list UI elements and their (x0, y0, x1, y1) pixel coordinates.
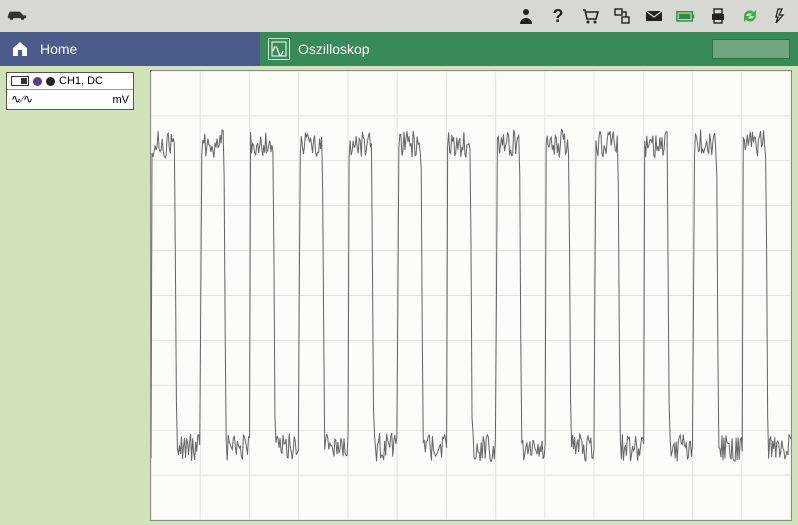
mail-icon[interactable] (644, 6, 664, 26)
waveform-icon: ∿⁄∿ (11, 92, 33, 107)
system-icon-tray: ? (516, 6, 792, 26)
vehicle-icon (6, 8, 28, 24)
probe-dot-purple-icon (33, 77, 42, 86)
tab-row: Home Oszilloskop (0, 32, 798, 66)
plot-trace (151, 71, 791, 520)
help-icon[interactable]: ? (548, 6, 568, 26)
print-icon[interactable] (708, 6, 728, 26)
link-icon[interactable] (772, 6, 792, 26)
probe-dot-black-icon (46, 77, 55, 86)
system-toolbar: ? (0, 0, 798, 32)
cart-icon[interactable] (580, 6, 600, 26)
channel-panel: CH1, DC ∿⁄∿ mV (0, 66, 150, 525)
channel-label: CH1, DC (59, 75, 103, 87)
home-icon (10, 38, 30, 61)
oscilloscope-plot[interactable] (150, 70, 792, 521)
channel-header: CH1, DC (7, 73, 133, 90)
sync-icon[interactable] (740, 6, 760, 26)
tab-oscilloscope[interactable]: Oszilloskop (260, 32, 798, 66)
person-icon[interactable] (516, 6, 536, 26)
svg-text:?: ? (553, 6, 564, 26)
channel-info-box[interactable]: CH1, DC ∿⁄∿ mV (6, 72, 134, 110)
tab-home-label: Home (40, 41, 77, 57)
tab-home[interactable]: Home (0, 32, 260, 66)
connection-icon[interactable] (612, 6, 632, 26)
oscilloscope-icon (268, 38, 290, 60)
channel-unit: mV (113, 94, 130, 106)
content-area: CH1, DC ∿⁄∿ mV (0, 66, 798, 525)
battery-icon[interactable] (676, 6, 696, 26)
channel-swatch-icon (11, 76, 29, 86)
scope-status-box (712, 39, 790, 59)
channel-unit-row: ∿⁄∿ mV (7, 90, 133, 109)
tab-scope-label: Oszilloskop (298, 41, 370, 57)
plot-container (150, 66, 798, 525)
